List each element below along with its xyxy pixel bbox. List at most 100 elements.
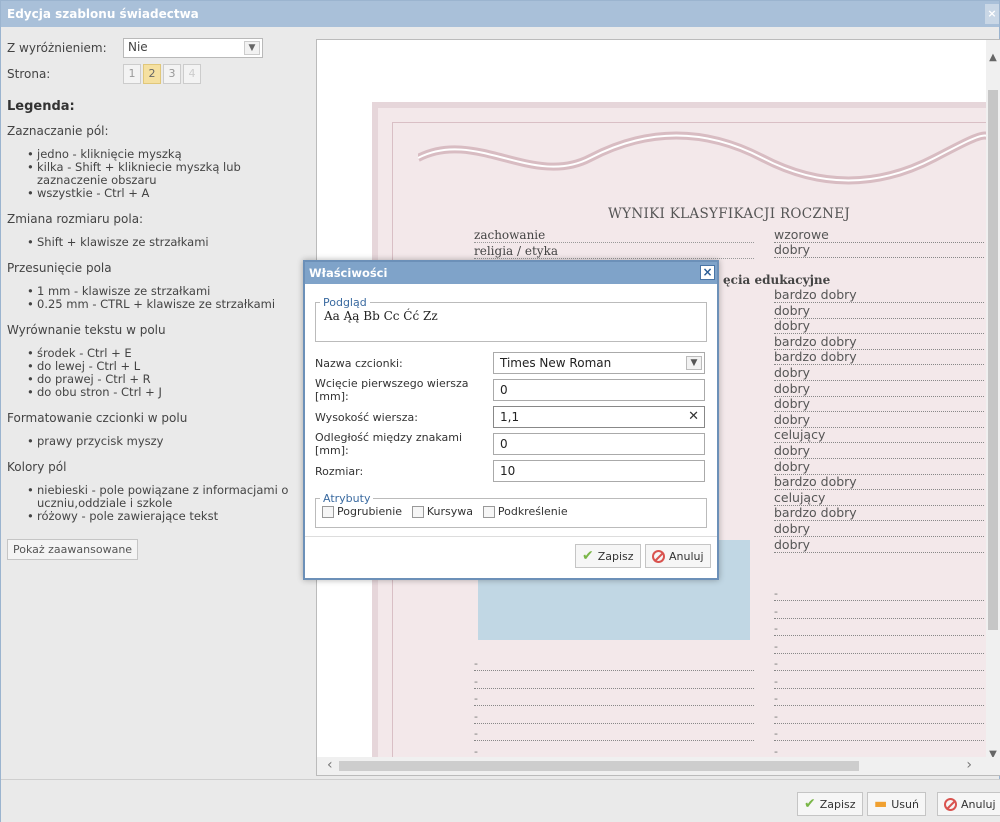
show-advanced-button[interactable]: Pokaż zaawansowane	[7, 539, 139, 560]
empty-subject-field[interactable]: -	[474, 710, 754, 724]
chevron-down-icon[interactable]: ▼	[686, 356, 702, 370]
checkbox-icon[interactable]	[322, 505, 334, 518]
checkbox-icon[interactable]	[411, 505, 424, 518]
dialog-title: Właściwości	[309, 266, 388, 280]
cancel-label: Anuluj	[961, 797, 996, 811]
font-name-select[interactable]: Times New Roman ▼	[493, 352, 705, 374]
grade-field[interactable]: dobry	[774, 319, 984, 335]
ornament-band	[416, 128, 996, 188]
attributes-legend: Atrybuty	[323, 492, 371, 505]
grade-field[interactable]: dobry	[774, 412, 984, 428]
grade-field[interactable]: dobry	[774, 381, 984, 397]
delete-button[interactable]: ▬ Usuń	[867, 792, 926, 816]
legend-section-title: Przesunięcie pola	[7, 261, 112, 275]
grade-field[interactable]: dobry	[774, 303, 984, 319]
bold-label: Pogrubienie	[337, 505, 403, 518]
empty-subject-field[interactable]: -	[474, 658, 754, 671]
list-item: 0.25 mm - CTRL + klawisze ze strzałkami	[27, 298, 300, 312]
dialog-cancel-label: Anuluj	[669, 549, 704, 563]
save-button[interactable]: ✔ Zapisz	[797, 792, 863, 816]
dialog-save-button[interactable]: ✔ Zapisz	[575, 544, 641, 568]
empty-grade-field[interactable]: -	[774, 693, 984, 706]
grade-field[interactable]: bardzo dobry	[774, 334, 984, 350]
horizontal-scroll-thumb[interactable]	[339, 761, 859, 771]
empty-grade-field[interactable]: -	[774, 623, 984, 636]
check-icon: ✔	[804, 796, 816, 812]
legend-list: Shift + klawisze ze strzałkami	[7, 236, 300, 250]
italic-label: Kursywa	[426, 505, 474, 518]
grade-field[interactable]: dobry	[774, 459, 984, 475]
legend-section-title: Formatowanie czcionki w polu	[7, 411, 188, 425]
empty-subject-field[interactable]: -	[474, 693, 754, 706]
checkbox-icon[interactable]	[482, 505, 495, 518]
grade-field[interactable]: celujący	[774, 490, 984, 506]
underline-checkbox[interactable]: Podkreślenie	[482, 505, 568, 518]
legend-list: 1 mm - klawisze ze strzałkami 0.25 mm - …	[7, 285, 300, 312]
subject-line	[474, 258, 754, 259]
empty-grade-field[interactable]: -	[774, 640, 984, 654]
grade-field[interactable]: dobry	[774, 243, 984, 258]
letter-spacing-input[interactable]: 0	[493, 433, 705, 455]
list-item: wszystkie - Ctrl + A	[27, 187, 300, 201]
letter-spacing-label: Odległość między znakami [mm]:	[315, 431, 463, 457]
empty-grade-field[interactable]: -	[774, 605, 984, 619]
dialog-close-icon[interactable]: ×	[700, 265, 715, 280]
legend-list: środek - Ctrl + E do lewej - Ctrl + L do…	[7, 347, 300, 400]
page-4-button[interactable]: 4	[183, 64, 201, 84]
wyroznienie-select[interactable]: Nie ▼	[123, 38, 263, 58]
grade-field[interactable]: dobry	[774, 522, 984, 537]
vertical-scrollbar[interactable]: ▲ ▼	[986, 40, 1000, 760]
dialog-cancel-button[interactable]: Anuluj	[645, 544, 711, 568]
legend-section-title: Kolory pól	[7, 460, 67, 474]
section-heading: ęcia edukacyjne	[723, 273, 831, 287]
clear-icon[interactable]: ✕	[688, 407, 699, 427]
grade-field[interactable]: celujący	[774, 428, 984, 444]
line-height-input[interactable]: 1,1 ✕	[493, 406, 705, 428]
empty-grade-field[interactable]: -	[774, 728, 984, 741]
legend-list: prawy przycisk myszy	[7, 435, 300, 449]
scroll-left-icon[interactable]: ‹	[327, 757, 333, 773]
horizontal-scrollbar[interactable]: ‹ ›	[317, 757, 1000, 775]
underline-label: Podkreślenie	[497, 505, 568, 518]
grade-field[interactable]: dobry	[774, 366, 984, 381]
empty-subject-field[interactable]: -	[474, 728, 754, 741]
grade-field[interactable]: dobry	[774, 537, 984, 553]
save-label: Zapisz	[819, 797, 856, 811]
grade-field[interactable]: dobry	[774, 444, 984, 459]
list-item: różowy - pole zawierające tekst	[27, 510, 300, 524]
indent-input[interactable]: 0	[493, 379, 705, 401]
bottom-toolbar: ✔ Zapisz ▬ Usuń Anuluj	[1, 779, 1000, 822]
page-2-button[interactable]: 2	[143, 64, 161, 84]
empty-grade-field[interactable]: -	[774, 658, 984, 671]
cancel-button[interactable]: Anuluj	[937, 792, 1000, 816]
empty-grade-field[interactable]: -	[774, 588, 984, 601]
font-size-label: Rozmiar:	[315, 464, 364, 478]
page-3-button[interactable]: 3	[163, 64, 181, 84]
scroll-up-icon[interactable]: ▲	[986, 52, 1000, 63]
bold-checkbox[interactable]: Pogrubienie	[322, 505, 402, 518]
grade-field[interactable]: bardzo dobry	[774, 288, 984, 303]
grade-field[interactable]: bardzo dobry	[774, 506, 984, 522]
window-close-icon[interactable]: ×	[985, 4, 999, 24]
empty-subject-field[interactable]: -	[474, 675, 754, 689]
grade-field[interactable]: bardzo dobry	[774, 350, 984, 366]
left-panel: Z wyróżnieniem: Nie ▼ Strona: 1 2 3 4 Le…	[1, 27, 306, 779]
wyroznienie-label: Z wyróżnieniem:	[7, 41, 107, 55]
empty-grade-field[interactable]: -	[774, 710, 984, 724]
italic-checkbox[interactable]: Kursywa	[411, 505, 474, 518]
list-item: do obu stron - Ctrl + J	[27, 386, 300, 400]
page-1-button[interactable]: 1	[123, 64, 141, 84]
scroll-right-icon[interactable]: ›	[966, 757, 972, 773]
legend-title: Legenda:	[7, 99, 75, 114]
window-title: Edycja szablonu świadectwa	[7, 7, 199, 21]
empty-grade-field[interactable]: -	[774, 675, 984, 689]
list-item: prawy przycisk myszy	[27, 435, 300, 449]
grade-field[interactable]: dobry	[774, 397, 984, 413]
cancel-icon	[652, 549, 665, 563]
vertical-scroll-thumb[interactable]	[988, 90, 998, 630]
grade-field[interactable]: wzorowe	[774, 228, 984, 243]
font-size-input[interactable]: 10	[493, 460, 705, 482]
minus-icon: ▬	[874, 796, 888, 812]
grade-field[interactable]: bardzo dobry	[774, 475, 984, 491]
wyroznienie-value: Nie	[128, 40, 148, 54]
